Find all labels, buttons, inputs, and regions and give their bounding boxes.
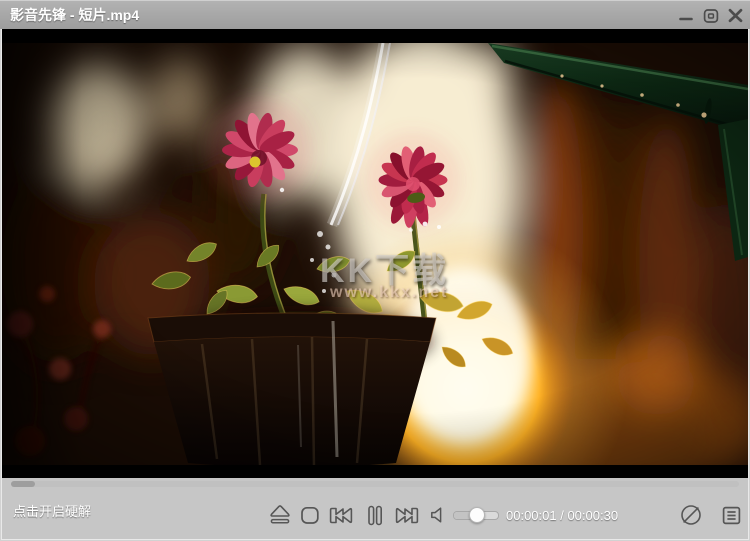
- time-display: 00:00:01 / 00:00:30: [506, 508, 618, 523]
- video-area[interactable]: KK下载 www.kkx.net: [2, 29, 748, 478]
- player-window: 影音先锋 - 短片.mp4: [0, 0, 750, 541]
- next-button[interactable]: [394, 505, 420, 526]
- window-title: 影音先锋 - 短片.mp4: [0, 5, 139, 25]
- control-bar: 点击开启硬解: [2, 478, 748, 539]
- speaker-icon: [429, 506, 447, 524]
- previous-icon: [328, 505, 354, 526]
- maximize-button[interactable]: [701, 6, 720, 25]
- titlebar[interactable]: 影音先锋 - 短片.mp4: [0, 0, 750, 29]
- minimize-icon: [677, 7, 695, 25]
- playlist-icon: [721, 505, 742, 526]
- stop-icon: [299, 505, 321, 526]
- no-overlay-button[interactable]: [679, 503, 703, 527]
- volume-thumb[interactable]: [469, 507, 485, 523]
- eject-button[interactable]: [268, 503, 292, 527]
- close-button[interactable]: [726, 6, 745, 25]
- seek-bar[interactable]: [11, 481, 739, 487]
- pause-icon: [364, 504, 386, 527]
- next-icon: [394, 505, 420, 526]
- minimize-button[interactable]: [676, 6, 695, 25]
- hw-decode-button[interactable]: 点击开启硬解: [13, 501, 91, 520]
- watermark-url: www.kkx.net: [330, 284, 448, 302]
- playlist-button[interactable]: [721, 505, 742, 526]
- eject-icon: [268, 503, 292, 527]
- slashed-circle-icon: [679, 503, 703, 527]
- stop-button[interactable]: [299, 505, 321, 526]
- maximize-icon: [702, 7, 720, 25]
- volume-button[interactable]: [429, 506, 447, 524]
- previous-button[interactable]: [328, 505, 354, 526]
- seek-progress: [11, 481, 35, 487]
- close-icon: [726, 6, 745, 25]
- pause-button[interactable]: [364, 504, 386, 527]
